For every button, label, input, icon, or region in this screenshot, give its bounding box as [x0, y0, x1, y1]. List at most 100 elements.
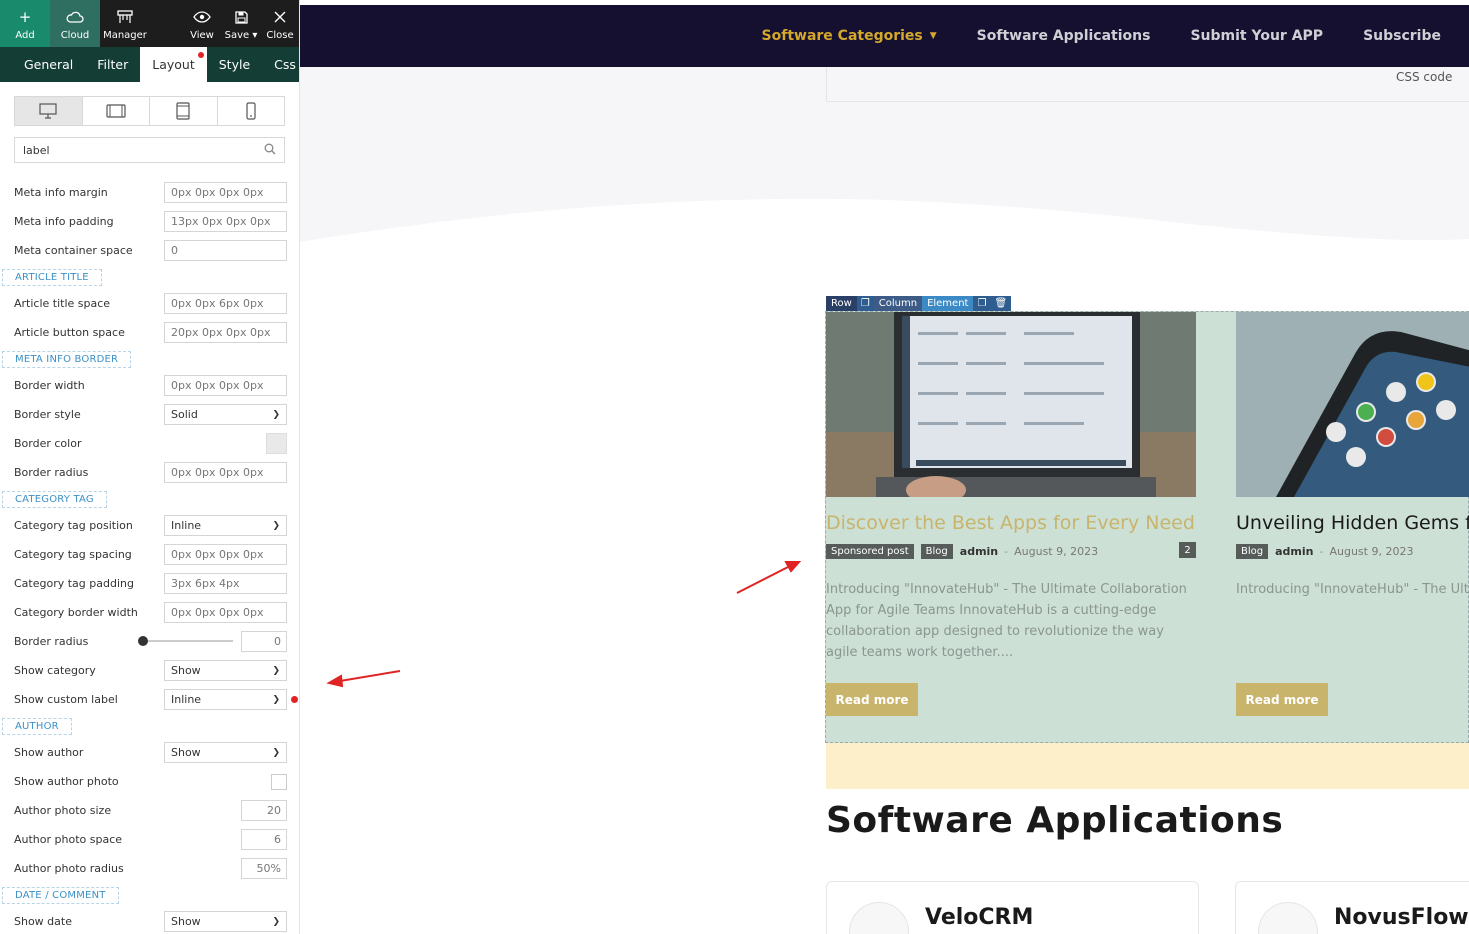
border-width-input[interactable]: 0px 0px 0px 0px [164, 375, 287, 396]
show-author-photo-row: Show author photo [0, 767, 299, 796]
cloud-icon [66, 8, 84, 26]
post-author[interactable]: admin [1275, 545, 1313, 558]
column-handle[interactable]: Column [873, 296, 923, 311]
view-button[interactable]: View [183, 0, 221, 47]
date-comment-section: DATE / COMMENT [0, 883, 299, 907]
category-tag-spacing-input[interactable]: 0px 0px 0px 0px [164, 544, 287, 565]
option-search-input[interactable]: label [14, 137, 285, 163]
border-style-select[interactable]: Solid ❯ [164, 404, 287, 425]
meta-container-space-input[interactable]: 0 [164, 240, 287, 261]
manager-button[interactable]: Manager [100, 0, 150, 47]
chevron-down-icon: ❯ [272, 747, 280, 758]
border-radius-slider-handle[interactable] [138, 636, 148, 646]
meta-info-margin-row: Meta info margin 0px 0px 0px 0px [0, 178, 299, 207]
row-handle[interactable]: Row [826, 296, 857, 311]
article-button-space-input[interactable]: 20px 0px 0px 0px [164, 322, 287, 343]
tablet-icon [176, 102, 190, 120]
chevron-down-icon: ▼ [929, 31, 937, 41]
post-image[interactable] [826, 312, 1196, 497]
meta-info-margin-input[interactable]: 0px 0px 0px 0px [164, 182, 287, 203]
post-meta: Blog admin - August 9, 2023 [1236, 544, 1413, 559]
category-tag-section: CATEGORY TAG [0, 487, 299, 511]
app-card[interactable]: NovusFlow [1235, 881, 1469, 934]
author-photo-radius-input[interactable]: 50% [241, 858, 287, 879]
show-author-photo-checkbox[interactable] [271, 773, 287, 790]
author-photo-space-row: Author photo space 6 [0, 825, 299, 854]
border-radius-row: Border radius 0px 0px 0px 0px [0, 458, 299, 487]
copy-element-icon[interactable]: ❐ [973, 296, 991, 311]
author-photo-size-input[interactable]: 20 [241, 800, 287, 821]
tab-general[interactable]: General [12, 47, 85, 82]
chevron-down-icon: ❯ [272, 916, 280, 927]
tablet-device-button[interactable] [150, 97, 218, 125]
laptop-device-button[interactable] [83, 97, 150, 125]
border-color-swatch[interactable] [266, 433, 287, 454]
close-button[interactable]: Close [261, 0, 299, 47]
meta-info-padding-row: Meta info padding 13px 0px 0px 0px [0, 207, 299, 236]
app-name[interactable]: VeloCRM [925, 905, 1033, 930]
category-tag-padding-input[interactable]: 3px 6px 4px [164, 573, 287, 594]
floppy-icon [234, 8, 248, 26]
category-tag-spacing-row: Category tag spacing 0px 0px 0px 0px [0, 540, 299, 569]
author-photo-radius-row: Author photo radius 50% [0, 854, 299, 883]
nav-software-applications[interactable]: Software Applications [977, 28, 1151, 44]
page-preview: Software Categories ▼ Software Applicatio… [300, 0, 1469, 934]
peach-band [826, 743, 1469, 789]
post-author[interactable]: admin [960, 545, 998, 558]
nav-subscribe[interactable]: Subscribe [1363, 28, 1441, 44]
meta-info-padding-input[interactable]: 13px 0px 0px 0px [164, 211, 287, 232]
post-title[interactable]: Discover the Best Apps for Every Need [826, 512, 1195, 534]
author-photo-space-input[interactable]: 6 [241, 829, 287, 850]
save-button[interactable]: Save ▾ [221, 0, 261, 47]
mobile-device-button[interactable] [218, 97, 285, 125]
modified-dot [291, 696, 298, 703]
category-tag-position-select[interactable]: Inline ❯ [164, 515, 287, 536]
tab-layout[interactable]: Layout [140, 47, 207, 82]
comment-count[interactable]: 2 [1179, 542, 1196, 558]
read-more-button[interactable]: Read more [1236, 683, 1328, 716]
border-radius-number[interactable]: 0 [241, 631, 287, 652]
nav-submit-app[interactable]: Submit Your APP [1190, 28, 1323, 44]
show-custom-label-row: Show custom label Inline ❯ [0, 685, 299, 714]
desktop-icon [39, 103, 57, 119]
show-custom-label-select[interactable]: Inline ❯ [164, 689, 287, 710]
tab-filter[interactable]: Filter [85, 47, 140, 82]
meta-container-space-row: Meta container space 0 [0, 236, 299, 265]
border-color-row: Border color [0, 429, 299, 458]
settings-list: Meta info margin 0px 0px 0px 0px Meta inf… [0, 178, 299, 934]
show-author-select[interactable]: Show ❯ [164, 742, 287, 763]
laptop-image [826, 312, 1196, 497]
read-more-button[interactable]: Read more [826, 683, 918, 716]
desktop-device-button[interactable] [15, 97, 83, 125]
smartphone-image [1236, 312, 1469, 497]
app-card[interactable]: VeloCRM [826, 881, 1199, 934]
tab-style[interactable]: Style [207, 47, 262, 82]
article-title-space-input[interactable]: 0px 0px 6px 0px [164, 293, 287, 314]
app-name[interactable]: NovusFlow [1334, 905, 1469, 930]
element-handle[interactable]: Element [922, 296, 974, 311]
show-date-select[interactable]: Show ❯ [164, 911, 287, 932]
category-tag[interactable]: Blog [920, 544, 953, 559]
category-tag-position-row: Category tag position Inline ❯ [0, 511, 299, 540]
tab-css[interactable]: Css [262, 47, 299, 82]
post-excerpt: Introducing "InnovateHub" - The Ultimate… [826, 582, 1187, 660]
article-title-section: ARTICLE TITLE [0, 265, 299, 289]
show-category-select[interactable]: Show ❯ [164, 660, 287, 681]
border-radius-slider-track[interactable] [140, 640, 233, 642]
builder-panel: + Add Cloud Manager View Save ▾ Close Gen… [0, 0, 300, 934]
nav-software-categories[interactable]: Software Categories ▼ [762, 28, 937, 44]
article-button-space-row: Article button space 20px 0px 0px 0px [0, 318, 299, 347]
cloud-button[interactable]: Cloud [50, 0, 100, 47]
post-image[interactable] [1236, 312, 1469, 497]
tablet-landscape-icon [106, 104, 126, 118]
post-title[interactable]: Unveiling Hidden Gems fo [1236, 512, 1469, 534]
category-border-width-row: Category border width 0px 0px 0px 0px [0, 598, 299, 627]
category-tag[interactable]: Blog [1236, 544, 1269, 559]
category-border-width-input[interactable]: 0px 0px 0px 0px [164, 602, 287, 623]
copy-row-icon[interactable]: ❐ [856, 296, 874, 311]
category-tag[interactable]: Sponsored post [826, 544, 914, 559]
manager-icon [117, 8, 133, 26]
border-radius-input[interactable]: 0px 0px 0px 0px [164, 462, 287, 483]
add-button[interactable]: + Add [0, 0, 50, 47]
trash-icon[interactable]: 🗑 [990, 296, 1012, 311]
